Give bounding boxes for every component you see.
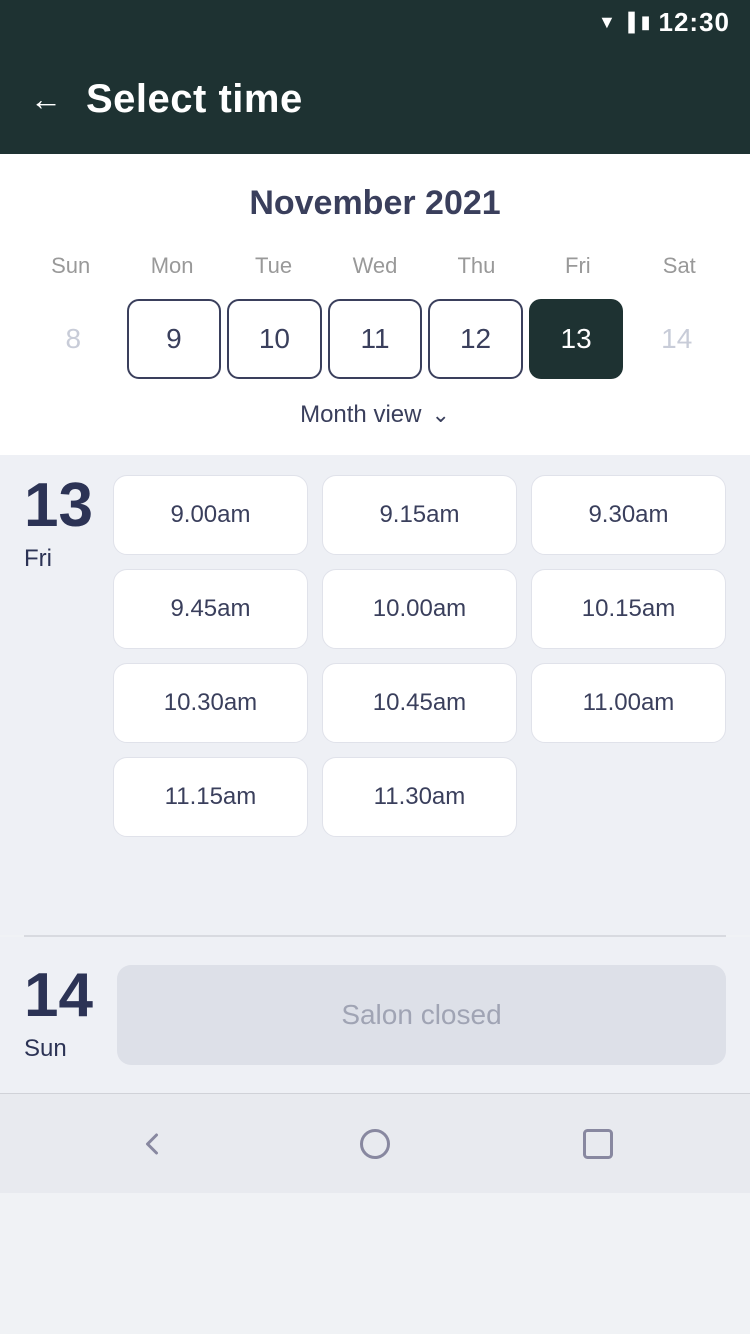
day-name-13: Fri — [24, 545, 52, 573]
time-slot-945[interactable]: 9.45am — [113, 569, 308, 649]
day-label-14: 14 Sun — [24, 965, 93, 1063]
date-cell-9[interactable]: 9 — [127, 299, 222, 379]
page-title: Select time — [86, 77, 303, 122]
date-cell-8[interactable]: 8 — [26, 299, 121, 379]
back-button[interactable]: ← — [30, 83, 62, 115]
time-slot-1000[interactable]: 10.00am — [322, 569, 517, 649]
day-label-13: 13 Fri — [24, 475, 93, 837]
signal-icon: ▐ — [622, 12, 635, 33]
header: ← Select time — [0, 44, 750, 154]
month-view-toggle[interactable]: Month view ⌄ — [20, 383, 730, 435]
home-nav-icon — [357, 1126, 393, 1162]
time-grid-13: 9.00am 9.15am 9.30am 9.45am 10.00am 10.1… — [113, 475, 726, 837]
date-cell-14[interactable]: 14 — [629, 299, 724, 379]
day-header-mon: Mon — [121, 247, 222, 285]
wifi-icon: ▼ — [598, 12, 616, 33]
time-slot-1045[interactable]: 10.45am — [322, 663, 517, 743]
day-header-sat: Sat — [629, 247, 730, 285]
time-slot-915[interactable]: 9.15am — [322, 475, 517, 555]
day-content-13: 13 Fri 9.00am 9.15am 9.30am 9.45am 10.00… — [24, 475, 726, 837]
date-cell-13[interactable]: 13 — [529, 299, 624, 379]
time-slot-1030[interactable]: 10.30am — [113, 663, 308, 743]
home-nav-button[interactable] — [350, 1119, 400, 1169]
date-cell-12[interactable]: 12 — [428, 299, 523, 379]
time-slot-1100[interactable]: 11.00am — [531, 663, 726, 743]
status-icons: ▼ ▐ ▮ — [598, 12, 651, 33]
time-slot-1115[interactable]: 11.15am — [113, 757, 308, 837]
time-slot-930[interactable]: 9.30am — [531, 475, 726, 555]
time-slot-900[interactable]: 9.00am — [113, 475, 308, 555]
day-number-13: 13 — [24, 475, 93, 537]
back-nav-icon — [134, 1126, 170, 1162]
date-row: 8 9 10 11 12 13 14 — [20, 295, 730, 383]
nav-bar — [0, 1093, 750, 1193]
date-cell-10[interactable]: 10 — [227, 299, 322, 379]
month-year-label: November 2021 — [20, 184, 730, 223]
closed-day-row: 14 Sun Salon closed — [24, 965, 726, 1065]
day-header-fri: Fri — [527, 247, 628, 285]
status-time: 12:30 — [659, 7, 731, 38]
month-view-label: Month view — [300, 401, 421, 429]
day-headers: Sun Mon Tue Wed Thu Fri Sat — [20, 247, 730, 285]
chevron-down-icon: ⌄ — [431, 402, 449, 428]
back-nav-button[interactable] — [127, 1119, 177, 1169]
recent-nav-icon — [580, 1126, 616, 1162]
salon-closed-label: Salon closed — [117, 965, 726, 1065]
day-header-wed: Wed — [324, 247, 425, 285]
day-header-tue: Tue — [223, 247, 324, 285]
recent-nav-button[interactable] — [573, 1119, 623, 1169]
closed-section-14: 14 Sun Salon closed — [0, 937, 750, 1093]
time-slots-section-13: 13 Fri 9.00am 9.15am 9.30am 9.45am 10.00… — [0, 455, 750, 935]
time-grid-wrapper-13: 9.00am 9.15am 9.30am 9.45am 10.00am 10.1… — [113, 475, 726, 837]
calendar-section: November 2021 Sun Mon Tue Wed Thu Fri Sa… — [0, 154, 750, 455]
time-slot-1130[interactable]: 11.30am — [322, 757, 517, 837]
day-name-14: Sun — [24, 1035, 67, 1063]
date-cell-11[interactable]: 11 — [328, 299, 423, 379]
status-bar: ▼ ▐ ▮ 12:30 — [0, 0, 750, 44]
day-header-thu: Thu — [426, 247, 527, 285]
day-header-sun: Sun — [20, 247, 121, 285]
battery-icon: ▮ — [641, 12, 651, 33]
time-slot-1015[interactable]: 10.15am — [531, 569, 726, 649]
day-number-14: 14 — [24, 965, 93, 1027]
